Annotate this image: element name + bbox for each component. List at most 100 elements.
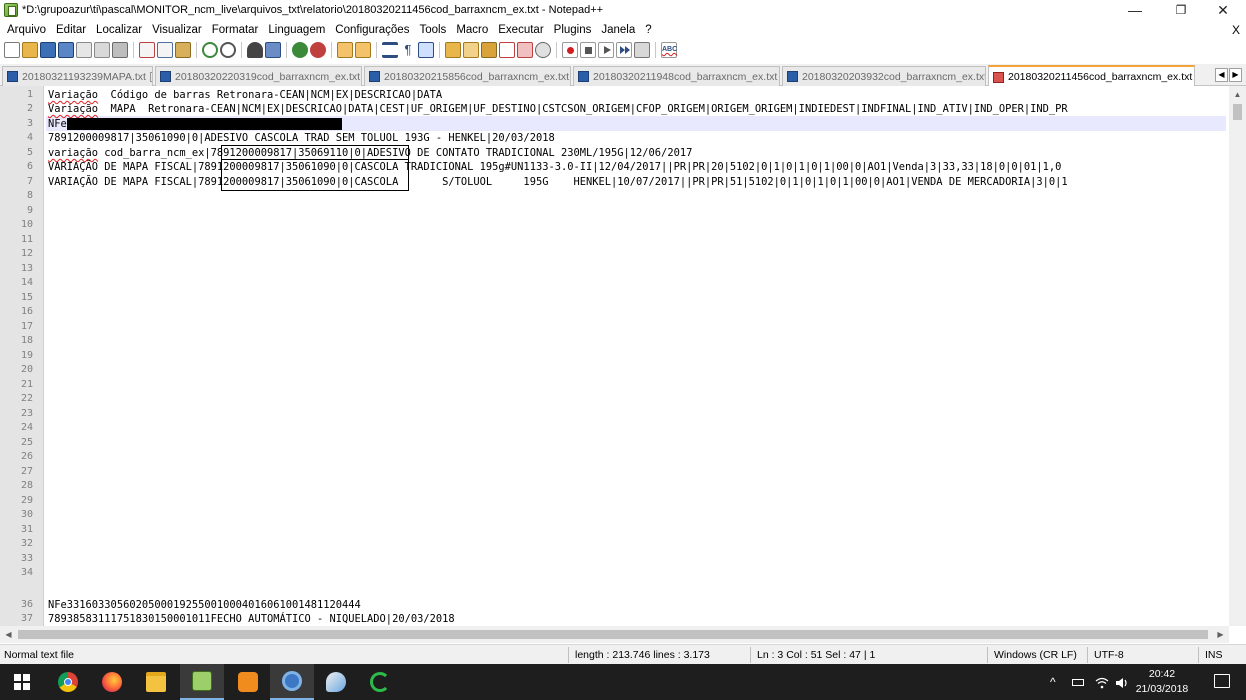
close-icon[interactable] <box>76 42 92 58</box>
menu-visualizar[interactable]: Visualizar <box>147 20 207 40</box>
windows-start-icon[interactable] <box>0 664 44 700</box>
vertical-scroll-thumb[interactable] <box>1233 104 1242 120</box>
folder-workspace-icon[interactable] <box>499 42 515 58</box>
scroll-up-icon[interactable]: ▲ <box>1229 86 1246 103</box>
paste-icon[interactable] <box>175 42 191 58</box>
sublime-icon[interactable] <box>226 664 270 700</box>
monitor-icon[interactable] <box>517 42 533 58</box>
doc-map-icon[interactable] <box>463 42 479 58</box>
show-all-chars-icon[interactable]: ¶ <box>400 42 416 58</box>
tab-20180320203932[interactable]: 20180320203932cod_barraxncm_ex.txt ✕ <box>782 66 986 86</box>
line-number: 25 <box>20 437 33 448</box>
record-macro-icon[interactable] <box>562 42 578 58</box>
notification-center-icon[interactable] <box>1214 674 1230 688</box>
menu-janela[interactable]: Janela <box>596 20 640 40</box>
menu-formatar[interactable]: Formatar <box>207 20 264 40</box>
sync-horizontal-icon[interactable] <box>355 42 371 58</box>
word-wrap-icon[interactable] <box>382 42 398 58</box>
tray-chevron-icon[interactable]: ^ <box>1050 664 1056 700</box>
scroll-left-icon[interactable]: ◀ <box>0 626 17 643</box>
tab-bar: 20180321193239MAPA.txt ✕ 20180320220319c… <box>0 64 1246 87</box>
user-lang-icon[interactable] <box>445 42 461 58</box>
tab-scroll-left-icon[interactable]: ◀ <box>1215 68 1228 82</box>
line-number: 10 <box>20 219 33 230</box>
menu-linguagem[interactable]: Linguagem <box>263 20 330 40</box>
find-icon[interactable] <box>247 42 263 58</box>
close-document-button[interactable]: X <box>1232 20 1240 40</box>
system-clock[interactable]: 20:42 21/03/2018 <box>1132 667 1192 697</box>
chrome-icon[interactable] <box>46 664 90 700</box>
line-number: 13 <box>20 263 33 274</box>
file-explorer-icon[interactable] <box>134 664 178 700</box>
cut-icon[interactable] <box>139 42 155 58</box>
save-all-icon[interactable] <box>58 42 74 58</box>
clock-date: 21/03/2018 <box>1135 683 1189 695</box>
battery-icon[interactable] <box>1072 664 1086 700</box>
toolbar-separator <box>439 42 440 58</box>
menu-help[interactable]: ? <box>640 20 656 40</box>
menu-tools[interactable]: Tools <box>414 20 451 40</box>
sync-app-icon[interactable] <box>358 664 402 700</box>
tab-20180321193239mapa[interactable]: 20180321193239MAPA.txt ✕ <box>2 66 153 86</box>
save-macro-icon[interactable] <box>634 42 650 58</box>
tab-20180320211456-active[interactable]: 20180320211456cod_barraxncm_ex.txt ✕ <box>988 65 1195 87</box>
menu-executar[interactable]: Executar <box>493 20 548 40</box>
redacted-selection: 3---------------------------------------… <box>66 118 343 130</box>
replace-icon[interactable] <box>265 42 281 58</box>
copy-icon[interactable] <box>157 42 173 58</box>
minimize-button[interactable]: — <box>1112 0 1158 20</box>
line-number: 30 <box>20 509 33 520</box>
tab-20180320211948[interactable]: 20180320211948cod_barraxncm_ex.txt ✕ <box>573 66 780 86</box>
firefox-icon[interactable] <box>90 664 134 700</box>
scroll-right-icon[interactable]: ▶ <box>1212 626 1229 643</box>
tab-20180320220319[interactable]: 20180320220319cod_barraxncm_ex.txt ✕ <box>155 66 362 86</box>
text-area[interactable]: Variação Código de barras Retronara-CEAN… <box>46 86 1226 626</box>
play-macro-icon[interactable] <box>598 42 614 58</box>
tab-scroll-right-icon[interactable]: ▶ <box>1229 68 1242 82</box>
redo-icon[interactable] <box>220 42 236 58</box>
spellcheck-icon[interactable]: ABC <box>661 42 677 58</box>
line-number: 2 <box>26 103 33 114</box>
function-list-icon[interactable] <box>481 42 497 58</box>
text-segment: NFe <box>48 118 67 130</box>
eye-icon[interactable] <box>535 42 551 58</box>
horizontal-scroll-thumb[interactable] <box>18 630 1208 639</box>
menu-macro[interactable]: Macro <box>451 20 493 40</box>
sync-vertical-icon[interactable] <box>337 42 353 58</box>
maximize-button[interactable]: ❐ <box>1158 0 1204 20</box>
menu-plugins[interactable]: Plugins <box>549 20 597 40</box>
wifi-icon[interactable] <box>1095 664 1109 700</box>
menu-configuracoes[interactable]: Configurações <box>330 20 414 40</box>
menu-editar[interactable]: Editar <box>51 20 91 40</box>
tab-20180320215856[interactable]: 20180320215856cod_barraxncm_ex.txt ✕ <box>364 66 571 86</box>
close-tab-icon[interactable]: ✕ <box>149 71 152 82</box>
zoom-out-icon[interactable] <box>310 42 326 58</box>
close-all-icon[interactable] <box>94 42 110 58</box>
line-number: 34 <box>20 567 33 578</box>
menu-arquivo[interactable]: Arquivo <box>2 20 51 40</box>
indent-guide-icon[interactable] <box>418 42 434 58</box>
undo-icon[interactable] <box>202 42 218 58</box>
line-number: 19 <box>20 350 33 361</box>
new-file-icon[interactable] <box>4 42 20 58</box>
stop-macro-icon[interactable] <box>580 42 596 58</box>
open-file-icon[interactable] <box>22 42 38 58</box>
volume-icon[interactable] <box>1115 664 1129 700</box>
print-icon[interactable] <box>112 42 128 58</box>
notepadplusplus-icon[interactable] <box>180 664 224 700</box>
menu-localizar[interactable]: Localizar <box>91 20 147 40</box>
toolbar-separator <box>655 42 656 58</box>
line-number: 26 <box>20 451 33 462</box>
zoom-in-icon[interactable] <box>292 42 308 58</box>
close-button[interactable]: ✕ <box>1200 0 1246 20</box>
paint-icon[interactable] <box>314 664 358 700</box>
vertical-scrollbar[interactable]: ▲ <box>1229 86 1246 626</box>
horizontal-scrollbar[interactable]: ◀ ▶ <box>0 626 1229 643</box>
toolbar-separator <box>331 42 332 58</box>
clock-time: 20:42 <box>1148 668 1176 680</box>
settings-app-icon[interactable] <box>270 664 314 700</box>
status-encoding: UTF-8 <box>1094 649 1124 661</box>
editor[interactable]: 1 2 3 4 5 6 7 8 9 10 11 12 13 14 15 16 1… <box>0 86 1246 626</box>
run-macro-multiple-icon[interactable] <box>616 42 632 58</box>
save-icon[interactable] <box>40 42 56 58</box>
